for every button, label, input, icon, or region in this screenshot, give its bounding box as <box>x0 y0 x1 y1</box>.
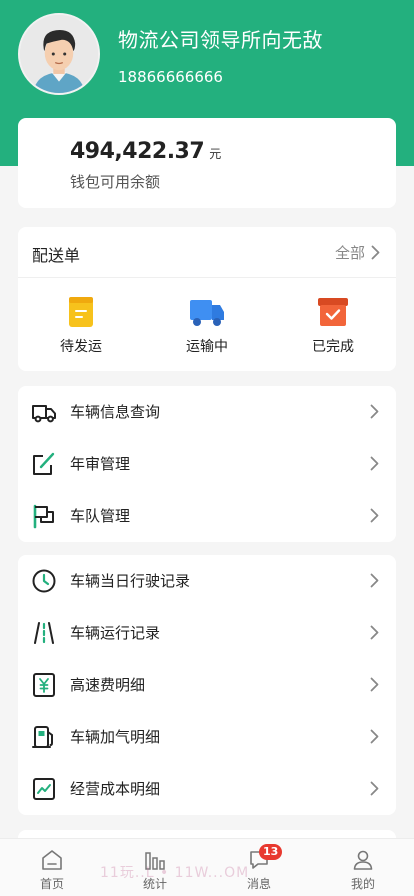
person-icon <box>353 850 373 870</box>
status-in-transit[interactable]: 运输中 <box>157 295 257 356</box>
menu-item-daily-driving[interactable]: 车辆当日行驶记录 <box>18 555 396 607</box>
status-completed[interactable]: 已完成 <box>283 295 383 356</box>
menu-label: 车辆信息查询 <box>70 403 161 421</box>
balance-unit: 元 <box>209 147 222 161</box>
chevron-right-icon <box>370 456 379 471</box>
delivery-header: 配送单 全部 <box>18 227 396 278</box>
menu-group-records: 车辆当日行驶记录 车辆运行记录 高速费明细 车辆加气明细 经营成本明细 <box>18 555 396 815</box>
wallet-card[interactable]: 494,422.37 元 钱包可用余额 <box>18 118 396 208</box>
truck-icon <box>190 300 224 326</box>
chevron-right-icon <box>371 245 380 260</box>
chevron-right-icon <box>370 677 379 692</box>
chevron-right-icon <box>370 729 379 744</box>
chevron-right-icon <box>370 573 379 588</box>
delivery-card: 配送单 全部 待发运 运输中 已完成 <box>18 227 396 371</box>
menu-label: 年审管理 <box>70 455 131 473</box>
tab-statistics[interactable]: 统计 <box>115 839 195 896</box>
wallet-balance-label: 钱包可用余额 <box>70 173 161 191</box>
chevron-right-icon <box>370 625 379 640</box>
chevron-right-icon <box>370 404 379 419</box>
tab-label: 统计 <box>142 877 167 891</box>
clock-icon <box>32 569 56 593</box>
menu-label: 经营成本明细 <box>70 780 161 798</box>
tab-label: 消息 <box>246 877 271 891</box>
bar-chart-icon <box>145 852 165 870</box>
menu-label: 车辆加气明细 <box>70 728 161 746</box>
menu-item-vehicle-info[interactable]: 车辆信息查询 <box>18 386 396 438</box>
menu-item-operating-costs[interactable]: 经营成本明细 <box>18 763 396 815</box>
chevron-right-icon <box>370 781 379 796</box>
chevron-right-icon <box>370 508 379 523</box>
menu-item-gas-refill[interactable]: 车辆加气明细 <box>18 711 396 763</box>
delivery-all-link[interactable]: 全部 <box>335 242 380 263</box>
tab-messages[interactable]: 13 消息 <box>219 839 299 896</box>
gas-station-icon <box>32 726 53 748</box>
menu-label: 高速费明细 <box>70 676 146 694</box>
delivery-all-label: 全部 <box>334 244 365 262</box>
status-pending-shipment[interactable]: 待发运 <box>31 295 131 356</box>
user-phone: 18866666666 <box>118 68 223 86</box>
status-label: 待发运 <box>60 339 102 355</box>
tab-mine[interactable]: 我的 <box>323 839 403 896</box>
tab-label: 首页 <box>39 877 64 891</box>
menu-label: 车辆当日行驶记录 <box>70 572 191 590</box>
status-label: 已完成 <box>312 339 354 355</box>
home-icon <box>42 850 62 870</box>
box-check-icon <box>318 298 348 326</box>
wallet-balance: 494,422.37 <box>70 139 205 164</box>
fleet-icon <box>33 504 54 529</box>
menu-item-operation-records[interactable]: 车辆运行记录 <box>18 607 396 659</box>
tab-label: 我的 <box>350 877 375 891</box>
user-name: 物流公司领导所向无敌 <box>118 28 323 52</box>
menu-group-vehicle: 车辆信息查询 年审管理 车队管理 <box>18 386 396 542</box>
menu-item-toll-fees[interactable]: 高速费明细 <box>18 659 396 711</box>
trend-chart-icon <box>33 778 55 800</box>
truck-outline-icon <box>32 405 56 423</box>
clipboard-icon <box>69 297 93 327</box>
menu-label: 车辆运行记录 <box>70 624 161 642</box>
message-badge: 13 <box>259 844 283 860</box>
balance-row: 494,422.37 元 <box>70 139 221 164</box>
delivery-title: 配送单 <box>32 246 81 265</box>
road-icon <box>34 622 54 644</box>
status-label: 运输中 <box>186 339 228 355</box>
tab-home[interactable]: 首页 <box>12 839 92 896</box>
avatar[interactable] <box>18 13 100 95</box>
menu-item-fleet[interactable]: 车队管理 <box>18 490 396 542</box>
yuan-icon <box>33 673 55 697</box>
menu-label: 车队管理 <box>70 507 131 525</box>
user-avatar-icon <box>20 15 98 93</box>
edit-icon <box>33 452 55 475</box>
menu-item-annual-review[interactable]: 年审管理 <box>18 438 396 490</box>
bottom-tab-bar: 首页 统计 13 消息 我的 <box>0 838 414 896</box>
